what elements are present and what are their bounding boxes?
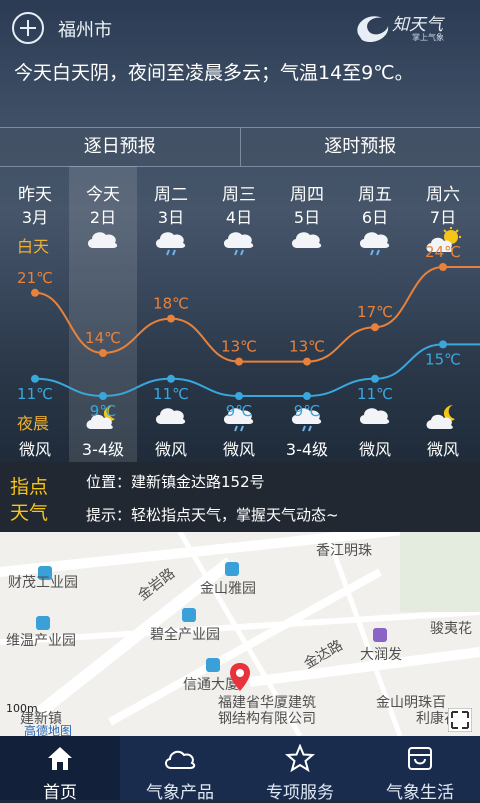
- low-temp-label: 15℃: [425, 350, 461, 368]
- tab-daily-forecast[interactable]: 逐日预报: [0, 128, 240, 166]
- low-temp-label: 9℃: [90, 402, 116, 420]
- map-label: 碧全产业园: [150, 624, 220, 644]
- tab-hourly-forecast[interactable]: 逐时预报: [240, 128, 480, 166]
- high-temp-point: [167, 315, 175, 323]
- low-temp-point: [371, 375, 379, 383]
- add-city-button[interactable]: [12, 12, 44, 44]
- low-temp-point: [439, 340, 447, 348]
- weather-summary: 今天白天阴，夜间至凌晨多云；气温14至9℃。: [14, 60, 470, 87]
- map-view[interactable]: 财茂工业园 金岩路 金山雅园 维温产业园 碧全产业园 信通大厦 福建省华厦建筑 …: [0, 532, 480, 736]
- location-text: 位置：建新镇金达路152号: [86, 471, 265, 492]
- nav-special-services[interactable]: 专项服务: [240, 736, 360, 800]
- cloud-icon: [162, 744, 198, 772]
- high-temp-label: 13℃: [289, 338, 325, 356]
- map-label: 维温产业园: [6, 630, 76, 650]
- low-temp-point: [235, 392, 243, 400]
- nav-home[interactable]: 首页: [0, 736, 120, 800]
- high-temp-label: 14℃: [85, 329, 121, 347]
- high-temp-point: [99, 349, 107, 357]
- map-label: 大润发: [360, 644, 402, 664]
- low-temp-point: [31, 375, 39, 383]
- map-label: 金山雅园: [200, 578, 256, 598]
- low-temp-label: 11℃: [153, 385, 189, 403]
- fullscreen-icon[interactable]: [448, 708, 472, 732]
- pointer-weather-bar[interactable]: 指点 天气 位置：建新镇金达路152号 提示：轻松指点天气，掌握天气动态~: [0, 462, 480, 532]
- high-temp-label: 18℃: [153, 295, 189, 313]
- map-scale: 100m: [6, 702, 38, 715]
- high-temp-point: [31, 289, 39, 297]
- high-temp-point: [371, 323, 379, 331]
- map-label: 钢结构有限公司: [218, 708, 316, 728]
- shopping-bag-icon: [405, 744, 435, 772]
- logo-swirl-icon: [352, 8, 392, 48]
- low-temp-label: 9℃: [294, 402, 320, 420]
- high-temp-label: 24℃: [425, 243, 461, 261]
- nav-weather-life-label: 气象生活: [360, 778, 480, 803]
- low-temp-point: [99, 392, 107, 400]
- poi-icon: [225, 562, 239, 576]
- shopping-icon: [373, 628, 387, 642]
- bottom-navigation: 首页 气象产品 专项服务 气象生活: [0, 736, 480, 800]
- home-icon: [45, 744, 75, 772]
- logo-subtitle: 掌上气象: [412, 32, 444, 43]
- star-icon: [285, 744, 315, 772]
- map-label: 香江明珠: [316, 540, 372, 560]
- map-label: 财茂工业园: [8, 572, 78, 592]
- poi-icon: [182, 608, 196, 622]
- low-temp-label: 11℃: [17, 385, 53, 403]
- nav-weather-products[interactable]: 气象产品: [120, 736, 240, 800]
- high-temp-line: [35, 267, 480, 362]
- low-temp-label: 11℃: [357, 385, 393, 403]
- nav-home-label: 首页: [0, 778, 120, 803]
- temperature-chart: 21℃ 14℃ 18℃ 13℃ 13℃ 17℃ 24℃ 11℃ 9℃ 11℃ 9℃ 9℃ 11℃ 15℃: [0, 166, 480, 466]
- map-brand-label: 高德地图: [24, 722, 72, 736]
- pointer-weather-logo-line2: 天气: [10, 498, 48, 525]
- high-temp-label: 21℃: [17, 269, 53, 287]
- nav-weather-life[interactable]: 气象生活: [360, 736, 480, 800]
- poi-icon: [206, 658, 220, 672]
- pointer-weather-logo-line1: 指点: [10, 472, 48, 499]
- low-temp-point: [303, 392, 311, 400]
- low-temp-label: 9℃: [226, 402, 252, 420]
- poi-icon: [36, 616, 50, 630]
- high-temp-point: [303, 358, 311, 366]
- map-label: 骏夷花: [430, 618, 472, 638]
- high-temp-label: 13℃: [221, 338, 257, 356]
- nav-weather-products-label: 气象产品: [120, 778, 240, 803]
- high-temp-point: [235, 358, 243, 366]
- high-temp-label: 17℃: [357, 303, 393, 321]
- city-name[interactable]: 福州市: [58, 16, 112, 42]
- tip-text: 提示：轻松指点天气，掌握天气动态~: [86, 504, 339, 525]
- low-temp-point: [167, 375, 175, 383]
- header: 福州市 知天气 掌上气象: [0, 0, 480, 56]
- app-logo: 知天气 掌上气象: [352, 8, 470, 48]
- location-pin-icon[interactable]: [229, 662, 251, 692]
- high-temp-point: [439, 263, 447, 271]
- forecast-tabs: 逐日预报 逐时预报: [0, 127, 480, 167]
- nav-special-services-label: 专项服务: [240, 778, 360, 803]
